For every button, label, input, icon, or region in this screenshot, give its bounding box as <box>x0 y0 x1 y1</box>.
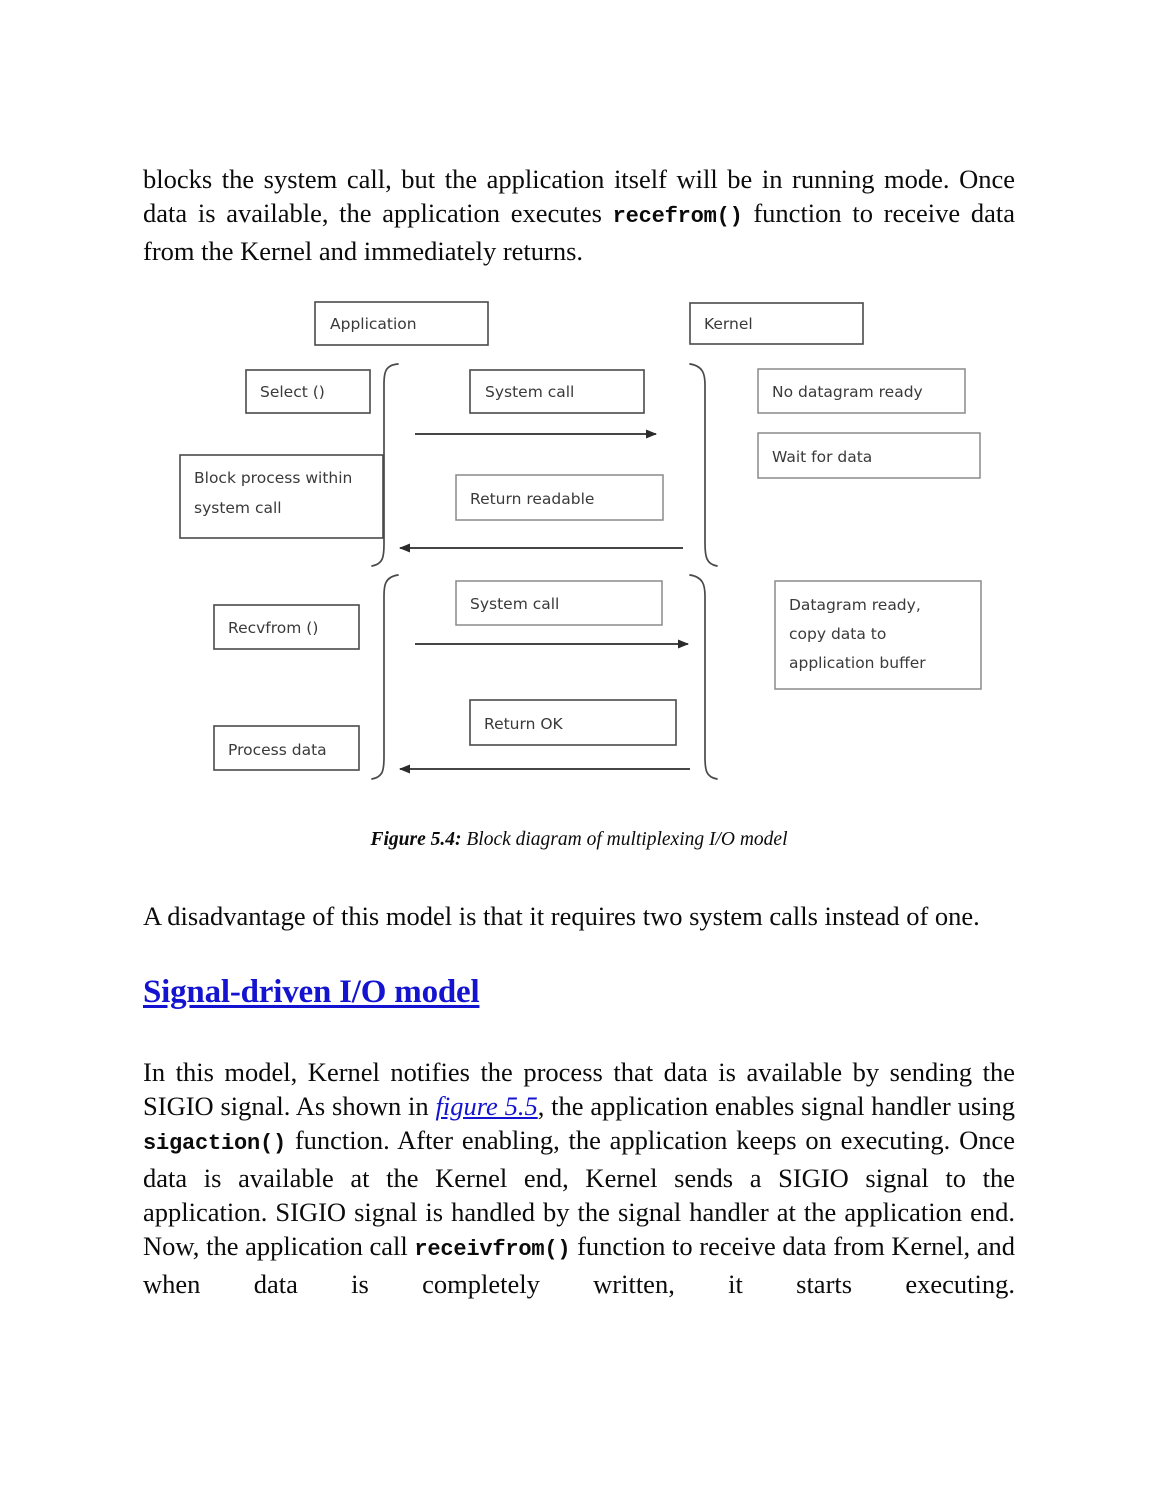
diagram-box-block-process: Block process within system call <box>179 454 384 539</box>
diagram-box-kernel: Kernel <box>689 302 864 345</box>
paragraph-bottom-part2: , the application enables signal handler… <box>537 1090 1016 1121</box>
diagram-box-wait-for-data-label: Wait for data <box>772 448 872 466</box>
diagram-box-system-call-2: System call <box>455 580 663 626</box>
diagram-box-no-datagram-ready: No datagram ready <box>757 368 966 414</box>
diagram-box-system-call-1: System call <box>469 369 645 414</box>
figure-5-4-diagram: Application Kernel Select () System call <box>160 285 1010 810</box>
kernel-brace-bottom <box>689 574 718 780</box>
paragraph-disadvantage: A disadvantage of this model is that it … <box>143 900 980 931</box>
diagram-box-kernel-label: Kernel <box>704 315 753 333</box>
diagram-box-return-readable-label: Return readable <box>470 490 594 508</box>
diagram-box-system-call-2-label: System call <box>470 595 559 613</box>
diagram-box-return-ok-label: Return OK <box>484 715 564 733</box>
diagram-box-no-datagram-ready-label: No datagram ready <box>772 383 923 401</box>
figure-5-5-link[interactable]: figure 5.5 <box>435 1091 537 1121</box>
diagram-box-system-call-1-label: System call <box>485 383 574 401</box>
figure-caption-label: Figure 5.4: <box>370 829 462 850</box>
diagram-box-block-process-line2: system call <box>194 499 282 517</box>
diagram-box-datagram-ready-line1: Datagram ready, <box>789 596 921 614</box>
diagram-box-recvfrom: Recvfrom () <box>213 604 360 650</box>
code-receivfrom: receivfrom() <box>414 1236 571 1262</box>
diagram-box-datagram-ready-line2: copy data to <box>789 625 886 643</box>
paragraph-top: blocks the system call, but the applicat… <box>143 162 1015 268</box>
application-brace-bottom <box>371 574 399 780</box>
diagram-svg: Application Kernel Select () System call <box>179 301 982 780</box>
figure-caption: Figure 5.4: Block diagram of multiplexin… <box>143 829 1015 851</box>
kernel-brace-top <box>689 363 718 567</box>
diagram-box-return-ok: Return OK <box>469 699 677 746</box>
diagram-box-return-readable: Return readable <box>455 474 664 521</box>
diagram-box-wait-for-data: Wait for data <box>757 432 981 479</box>
diagram-box-datagram-ready: Datagram ready, copy data to application… <box>774 580 982 690</box>
diagram-box-select: Select () <box>245 369 371 414</box>
page-heading-signal-driven-io: Signal-driven I/O model <box>143 974 480 1010</box>
diagram-box-application: Application <box>314 301 489 346</box>
diagram-box-process-data-label: Process data <box>228 741 327 759</box>
diagram-box-select-label: Select () <box>260 383 325 401</box>
code-sigaction: sigaction() <box>143 1130 287 1156</box>
diagram-box-process-data: Process data <box>213 725 360 771</box>
diagram-box-application-label: Application <box>330 315 417 333</box>
code-recefrom: recefrom() <box>612 203 743 229</box>
figure-caption-text: Block diagram of multiplexing I/O model <box>461 829 788 850</box>
paragraph-bottom: In this model, Kernel notifies the proce… <box>143 1055 1015 1335</box>
document-page: blocks the system call, but the applicat… <box>0 0 1159 1500</box>
diagram-box-recvfrom-label: Recvfrom () <box>228 619 318 637</box>
diagram-box-block-process-line1: Block process within <box>194 469 352 487</box>
diagram-box-datagram-ready-line3: application buffer <box>789 654 926 672</box>
